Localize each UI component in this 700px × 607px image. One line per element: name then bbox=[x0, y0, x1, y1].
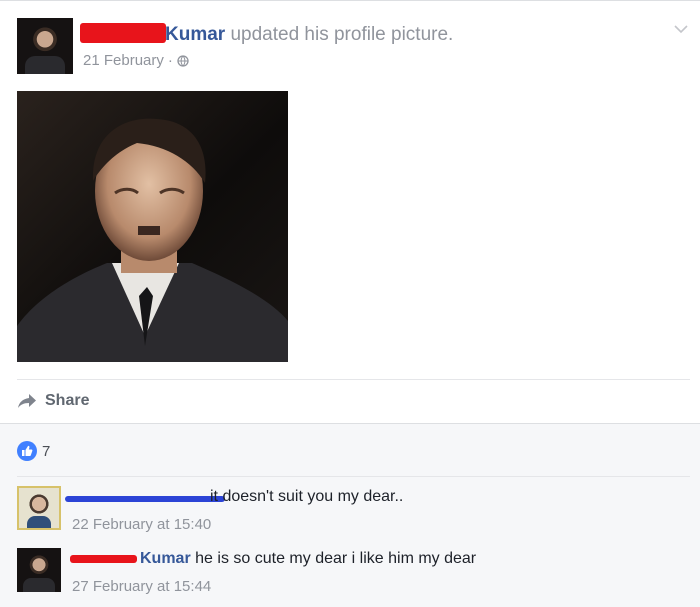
commenter-avatar[interactable] bbox=[17, 548, 61, 592]
comment-body: Kumar he is so cute my dear i like him m… bbox=[140, 548, 476, 570]
post-action-text: updated his profile picture. bbox=[230, 24, 454, 45]
redaction-mark bbox=[65, 496, 225, 502]
portrait-image bbox=[17, 118, 288, 362]
comment-text: it doesn't suit you my dear.. bbox=[210, 488, 404, 505]
comments-divider bbox=[17, 476, 690, 477]
share-label: Share bbox=[45, 392, 90, 409]
meta-separator: · bbox=[167, 52, 173, 69]
globe-icon[interactable] bbox=[177, 54, 189, 67]
comment-text: he is so cute my dear i like him my dear bbox=[195, 550, 477, 567]
comment-item: Kumar he is so cute my dear i like him m… bbox=[17, 548, 690, 595]
profile-picture-photo[interactable] bbox=[17, 91, 288, 362]
reactions-summary[interactable]: 7 bbox=[17, 441, 50, 461]
feed-post: Kumar updated his profile picture. 21 Fe… bbox=[0, 0, 700, 607]
chevron-down-icon[interactable] bbox=[673, 23, 689, 35]
comment-timestamp[interactable]: 22 February at 15:40 bbox=[72, 516, 211, 533]
like-icon bbox=[17, 441, 37, 461]
post-timestamp[interactable]: 21 February bbox=[83, 52, 164, 69]
author-name-link[interactable]: Kumar bbox=[165, 24, 225, 45]
author-avatar[interactable] bbox=[17, 18, 73, 74]
redaction-mark bbox=[80, 23, 166, 43]
post-header-text: Kumar updated his profile picture. bbox=[165, 23, 453, 47]
post-meta: 21 February · bbox=[83, 52, 189, 69]
like-count: 7 bbox=[42, 442, 51, 460]
redaction-mark bbox=[70, 555, 137, 563]
share-button[interactable]: Share bbox=[17, 389, 89, 413]
post-divider bbox=[17, 379, 690, 380]
commenter-avatar[interactable] bbox=[17, 486, 61, 530]
comment-item: it doesn't suit you my dear.. 22 Februar… bbox=[17, 486, 690, 533]
comments-section: 7 it doesn't suit you my dear.. 22 Febru… bbox=[0, 423, 700, 607]
commenter-name-link[interactable]: Kumar bbox=[140, 550, 191, 567]
share-arrow-icon bbox=[18, 394, 36, 408]
comment-timestamp[interactable]: 27 February at 15:44 bbox=[72, 578, 211, 595]
